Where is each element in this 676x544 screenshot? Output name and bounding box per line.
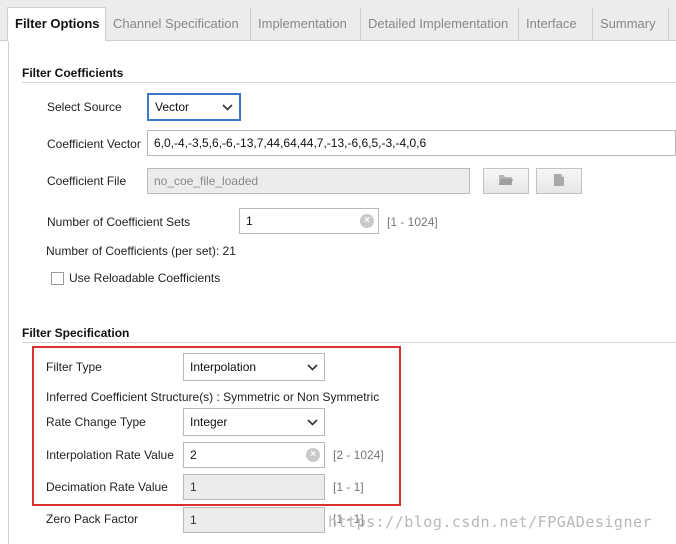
tab-label: Detailed Implementation [368,16,509,31]
folder-open-icon [498,173,514,189]
num-coefficients-text: Number of Coefficients (per set): 21 [46,244,236,258]
coefficient-file-label: Coefficient File [47,174,127,188]
chevron-down-icon [221,95,233,119]
tab-detailed-implementation[interactable]: Detailed Implementation [361,8,519,41]
coefficient-file-value: no_coe_file_loaded [154,174,259,188]
select-source-value: Vector [155,100,190,114]
tab-bar: Filter Options Channel Specification Imp… [0,0,676,42]
coefficient-vector-input[interactable]: 6,0,-4,-3,5,6,-6,-13,7,44,64,44,7,-13,-6… [147,130,676,156]
tab-interface[interactable]: Interface [519,8,593,41]
reloadable-coefficients-label: Use Reloadable Coefficients [69,271,221,285]
watermark-text: https://blog.csdn.net/FPGADesigner [328,513,653,531]
tab-implementation[interactable]: Implementation [251,8,361,41]
filter-coefficients-heading: Filter Coefficients [22,66,124,80]
tab-summary[interactable]: Summary [593,8,669,41]
select-source-label: Select Source [47,100,122,114]
num-coefficient-sets-value: 1 [246,214,253,228]
reloadable-coefficients-checkbox[interactable] [51,272,64,285]
coefficient-file-input: no_coe_file_loaded [147,168,470,194]
coefficient-vector-value: 6,0,-4,-3,5,6,-6,-13,7,44,64,44,7,-13,-6… [154,136,427,150]
num-coefficient-sets-input[interactable]: 1 × [239,208,379,234]
tab-channel-specification[interactable]: Channel Specification [106,8,251,41]
highlight-box [32,346,401,506]
num-coefficient-sets-label: Number of Coefficient Sets [47,215,191,229]
zero-pack-factor-label: Zero Pack Factor [46,512,139,526]
browse-file-button[interactable] [483,168,529,194]
coefficient-vector-label: Coefficient Vector [47,137,141,151]
tab-label: Interface [526,16,577,31]
tab-label: Filter Options [15,16,100,31]
clear-icon[interactable]: × [360,214,374,228]
section-divider [22,82,676,83]
select-source-dropdown[interactable]: Vector [147,93,241,121]
section-divider [22,342,676,343]
filter-specification-heading: Filter Specification [22,326,130,340]
tab-label: Implementation [258,16,347,31]
zero-pack-factor-input: 1 [183,507,325,533]
tab-label: Channel Specification [113,16,239,31]
zero-pack-factor-value: 1 [190,513,197,527]
num-coefficient-sets-range: [1 - 1024] [387,215,438,229]
edit-file-button[interactable] [536,168,582,194]
tab-label: Summary [600,16,656,31]
document-edit-icon [552,173,566,190]
tab-filter-options[interactable]: Filter Options [7,7,106,42]
